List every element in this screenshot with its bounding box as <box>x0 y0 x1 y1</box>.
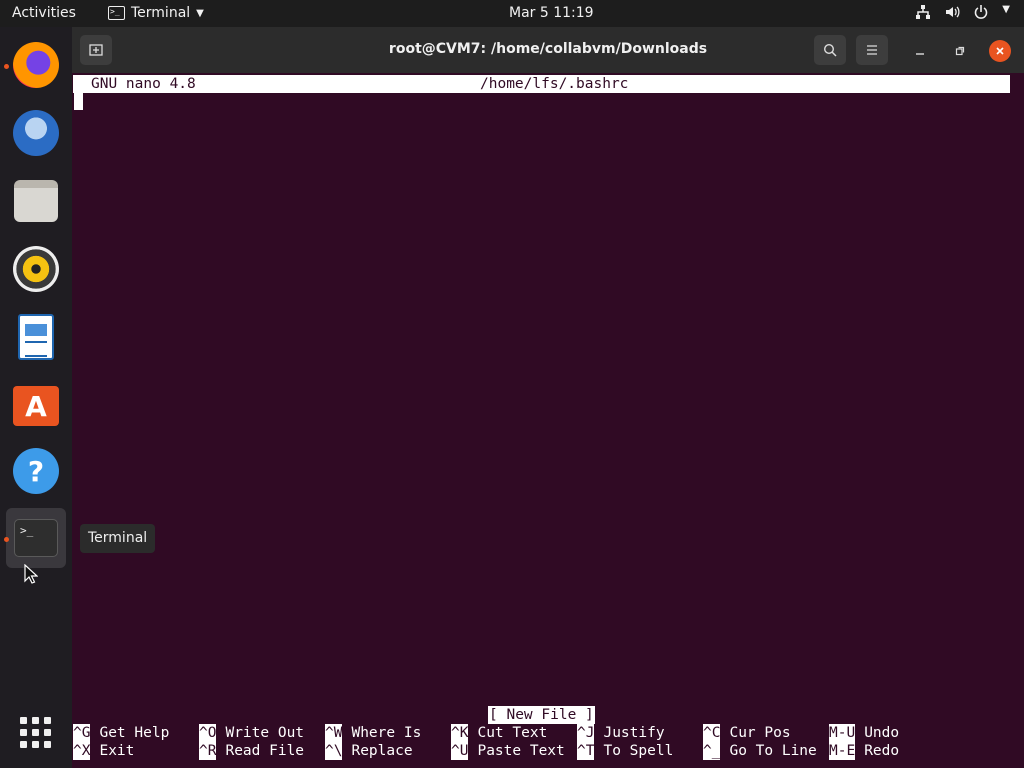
running-indicator <box>4 537 9 542</box>
nano-shortcut-key: ^X <box>73 742 91 760</box>
nano-shortcut-key: ^U <box>451 742 469 760</box>
ubuntu-software-icon: A <box>13 386 59 426</box>
minimize-icon <box>916 53 924 55</box>
nano-shortcut: M-U Undo <box>829 724 899 742</box>
terminal-app-icon: >_ <box>108 6 125 20</box>
nano-shortcut-label: Get Help <box>99 725 170 741</box>
nano-shortcut: ^K Cut Text <box>451 724 547 742</box>
dock-tooltip: Terminal <box>80 524 156 553</box>
mouse-pointer-icon <box>24 564 38 584</box>
nano-shortcut-label: To Spell <box>603 743 674 759</box>
nano-shortcut: ^T To Spell <box>577 742 673 760</box>
dock-item-terminal[interactable]: >_ <box>4 508 66 568</box>
terminal-window: root@CVM7: /home/collabvm/Downloads GNU … <box>72 27 1024 768</box>
nano-shortcut: ^G Get Help <box>73 724 169 742</box>
chevron-down-icon: ▼ <box>196 7 204 19</box>
maximize-button[interactable] <box>949 40 971 62</box>
nano-status-message: [ New File ] <box>488 706 595 724</box>
app-menu-label: Terminal <box>131 5 191 21</box>
dock: A ? >_ <box>0 27 72 768</box>
clock[interactable]: Mar 5 11:19 <box>509 5 594 21</box>
nano-shortcut: ^J Justify <box>577 724 665 742</box>
nano-shortcut: ^C Cur Pos <box>703 724 791 742</box>
nano-shortcut-label: Justify <box>603 725 665 741</box>
nano-header-bar: GNU nano 4.8 /home/lfs/.bashrc <box>73 75 1010 93</box>
search-icon <box>823 43 837 57</box>
nano-shortcut-label: Where Is <box>351 725 422 741</box>
terminal-icon: >_ <box>14 519 58 557</box>
system-tray[interactable]: ▼ <box>915 4 1010 24</box>
nano-shortcut-key: M-E <box>829 742 856 760</box>
nano-shortcut: ^\ Replace <box>325 742 413 760</box>
nano-shortcut: ^W Where Is <box>325 724 421 742</box>
dock-item-thunderbird[interactable] <box>6 103 66 163</box>
nano-shortcut-key: ^C <box>703 724 721 742</box>
nano-shortcut-key: ^R <box>199 742 217 760</box>
minimize-button[interactable] <box>909 40 931 62</box>
nano-shortcut-label: Write Out <box>225 725 305 741</box>
nano-shortcut-label: Read File <box>225 743 305 759</box>
close-button[interactable] <box>989 40 1011 62</box>
dock-item-firefox[interactable] <box>4 35 66 95</box>
chevron-down-icon[interactable]: ▼ <box>1002 4 1010 24</box>
dock-item-libreoffice-writer[interactable] <box>6 307 66 367</box>
dock-item-help[interactable]: ? <box>6 441 66 501</box>
nano-shortcut-label: Redo <box>864 743 900 759</box>
dock-item-ubuntu-software[interactable]: A <box>6 373 66 433</box>
nano-shortcut-label: Cut Text <box>477 725 548 741</box>
libreoffice-writer-icon <box>18 314 54 360</box>
nano-shortcut-label: Replace <box>351 743 413 759</box>
nano-shortcut: M-E Redo <box>829 742 899 760</box>
nano-shortcut-key: ^J <box>577 724 595 742</box>
close-icon <box>996 47 1004 55</box>
running-indicator <box>4 64 9 69</box>
nano-shortcut-label: Cur Pos <box>729 725 791 741</box>
nano-shortcut-label: Undo <box>864 725 900 741</box>
hamburger-menu-button[interactable] <box>856 35 888 65</box>
dock-item-files[interactable] <box>6 171 66 231</box>
nano-shortcut-key: ^_ <box>703 742 721 760</box>
restore-icon <box>955 46 965 56</box>
nano-shortcut-key: ^G <box>73 724 91 742</box>
app-menu[interactable]: >_ Terminal ▼ <box>108 5 204 21</box>
nano-shortcut: ^_ Go To Line <box>703 742 817 760</box>
nano-shortcut-label: Exit <box>99 743 135 759</box>
show-applications-icon[interactable] <box>20 717 52 749</box>
thunderbird-icon <box>13 110 59 156</box>
nano-shortcut: ^X Exit <box>73 742 134 760</box>
nano-shortcut-label: Go To Line <box>729 743 817 759</box>
nano-shortcut: ^U Paste Text <box>451 742 565 760</box>
nano-shortcut-key: ^T <box>577 742 595 760</box>
network-icon[interactable] <box>915 4 931 24</box>
files-icon <box>14 180 58 222</box>
top-bar: Activities >_ Terminal ▼ Mar 5 11:19 ▼ <box>0 0 1024 27</box>
nano-shortcut-key: ^\ <box>325 742 343 760</box>
nano-shortcut-key: ^W <box>325 724 343 742</box>
nano-shortcut-key: ^O <box>199 724 217 742</box>
nano-version: GNU nano 4.8 <box>91 76 196 92</box>
rhythmbox-icon <box>13 246 59 292</box>
nano-shortcut: ^R Read File <box>199 742 304 760</box>
nano-shortcut: ^O Write Out <box>199 724 304 742</box>
nano-shortcut-label: Paste Text <box>477 743 565 759</box>
search-button[interactable] <box>814 35 846 65</box>
menu-icon <box>867 45 877 55</box>
nano-shortcut-key: ^K <box>451 724 469 742</box>
window-titlebar[interactable]: root@CVM7: /home/collabvm/Downloads <box>72 27 1024 73</box>
nano-editor-area[interactable] <box>72 93 1012 703</box>
power-icon[interactable] <box>973 4 989 24</box>
firefox-icon <box>13 42 59 88</box>
nano-shortcut-key: M-U <box>829 724 856 742</box>
activities-button[interactable]: Activities <box>12 5 76 21</box>
nano-filename: /home/lfs/.bashrc <box>480 76 629 92</box>
help-icon: ? <box>13 448 59 494</box>
dock-item-rhythmbox[interactable] <box>6 239 66 299</box>
volume-icon[interactable] <box>944 4 960 24</box>
